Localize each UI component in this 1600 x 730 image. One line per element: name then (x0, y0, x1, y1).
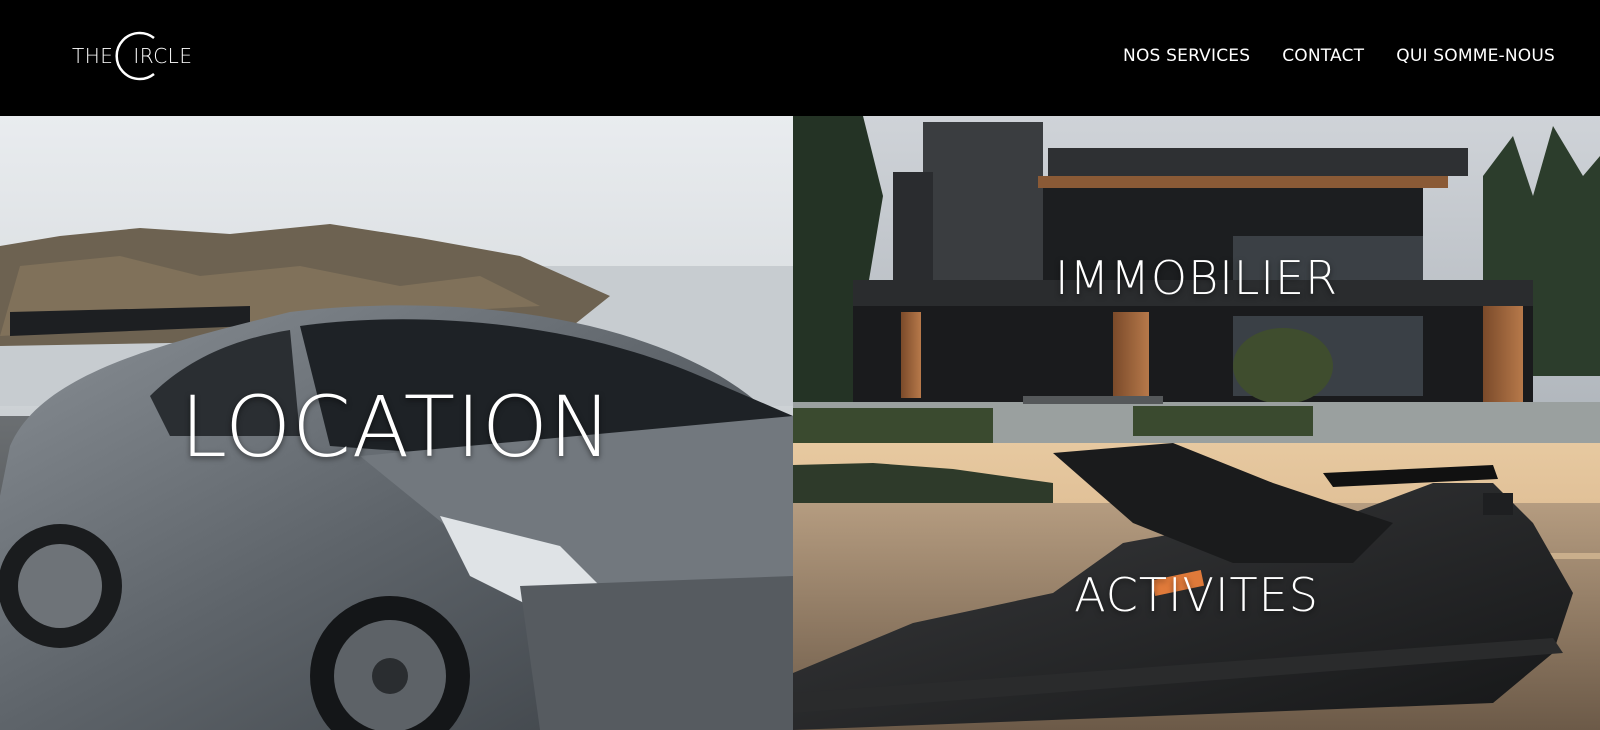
house-image (793, 116, 1600, 443)
panel-location[interactable]: LOCATION (0, 116, 793, 730)
panel-immobilier[interactable]: IMMOBILIER (793, 116, 1600, 443)
panel-activites[interactable]: ACTIVITES (793, 443, 1600, 730)
nav-item-contact[interactable]: CONTACT (1282, 46, 1364, 66)
logo-text-the: THE (72, 44, 114, 68)
car-image (0, 116, 793, 730)
brand-logo[interactable]: THE IRCLE (72, 28, 192, 84)
nav-item-nos-services[interactable]: NOS SERVICES (1123, 46, 1250, 66)
jetski-image (793, 443, 1600, 730)
main-nav: NOS SERVICES CONTACT QUI SOMME-NOUS (1123, 46, 1555, 66)
site-header: THE IRCLE NOS SERVICES CONTACT QUI SOMME… (0, 0, 1600, 116)
nav-item-qui-somme-nous[interactable]: QUI SOMME-NOUS (1396, 46, 1555, 66)
logo-text-ircle: IRCLE (133, 44, 193, 68)
